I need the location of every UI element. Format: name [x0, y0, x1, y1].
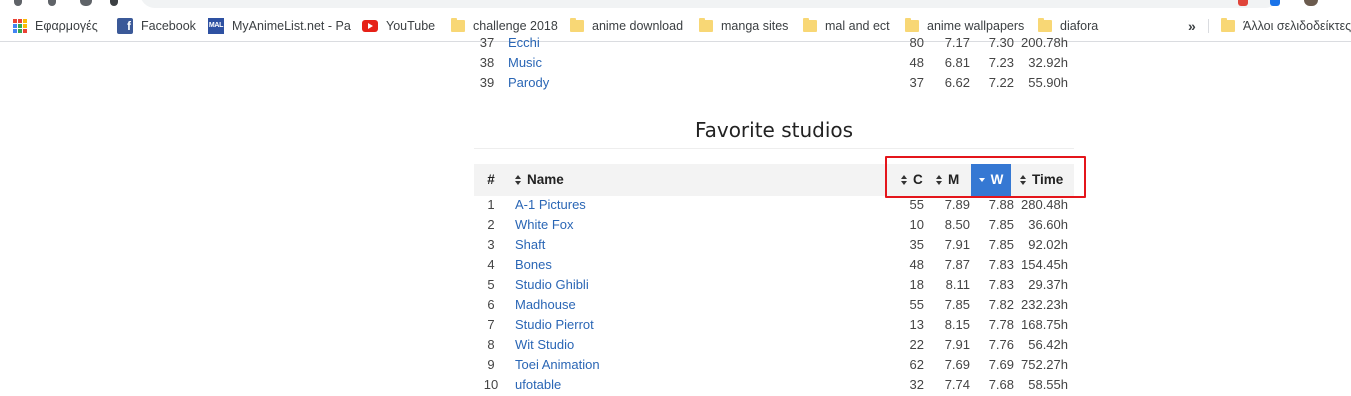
- bookmark-label: MyAnimeList.net - Pa: [232, 19, 351, 33]
- studio-link[interactable]: Madhouse: [515, 295, 576, 315]
- sort-icon: [515, 175, 522, 185]
- table-row: 37 Ecchi 80 7.17 7.30 200.78h: [474, 33, 1074, 53]
- back-button[interactable]: [14, 0, 22, 6]
- studio-link[interactable]: White Fox: [515, 215, 574, 235]
- studios-table-body: 1 A-1 Pictures 55 7.89 7.88 280.48h 2 Wh…: [474, 195, 1074, 395]
- bookmark-label: Εφαρμογές: [35, 19, 98, 33]
- bookmark-myanimelist[interactable]: MAL MyAnimeList.net - Pa: [208, 10, 351, 42]
- bookmarks-divider: [1208, 19, 1209, 33]
- bookmark-label: anime download: [592, 19, 684, 33]
- extension-icon[interactable]: [1238, 0, 1248, 6]
- studio-link[interactable]: ufotable: [515, 375, 561, 395]
- genre-link[interactable]: Parody: [508, 73, 549, 93]
- folder-icon: [803, 18, 817, 32]
- bookmark-label: manga sites: [721, 19, 789, 33]
- column-header-rank: #: [487, 172, 495, 187]
- folder-icon: [1221, 18, 1235, 32]
- table-row: 39 Parody 37 6.62 7.22 55.90h: [474, 73, 1074, 93]
- bookmark-label: anime wallpapers: [927, 19, 1025, 33]
- folder-icon: [451, 18, 465, 32]
- forward-button[interactable]: [48, 0, 56, 6]
- table-row: 3 Shaft 35 7.91 7.85 92.02h: [474, 235, 1074, 255]
- bookmark-other-folder[interactable]: Άλλοι σελιδοδείκτες: [1221, 10, 1351, 42]
- profile-avatar[interactable]: [1304, 0, 1318, 6]
- section-title: Favorite studios: [694, 118, 854, 142]
- bookmark-label: mal and ect: [825, 19, 890, 33]
- genre-link[interactable]: Music: [508, 53, 542, 73]
- bookmark-facebook[interactable]: f Facebook: [117, 10, 196, 42]
- title-divider: [474, 148, 1074, 149]
- table-row: 8 Wit Studio 22 7.91 7.76 56.42h: [474, 335, 1074, 355]
- genres-table-tail: 37 Ecchi 80 7.17 7.30 200.78h 38 Music 4…: [474, 33, 1074, 93]
- folder-icon: [570, 18, 584, 32]
- table-row: 7 Studio Pierrot 13 8.15 7.78 168.75h: [474, 315, 1074, 335]
- facebook-icon: f: [117, 18, 133, 34]
- table-row: 6 Madhouse 55 7.85 7.82 232.23h: [474, 295, 1074, 315]
- address-bar[interactable]: [140, 0, 1280, 8]
- column-header-name[interactable]: Name: [515, 164, 564, 196]
- table-row: 2 White Fox 10 8.50 7.85 36.60h: [474, 215, 1074, 235]
- bookmarks-overflow-button[interactable]: »: [1188, 10, 1196, 42]
- table-row: 10 ufotable 32 7.74 7.68 58.55h: [474, 375, 1074, 395]
- apps-grid-icon: [13, 19, 27, 33]
- table-row: 4 Bones 48 7.87 7.83 154.45h: [474, 255, 1074, 275]
- folder-icon: [905, 18, 919, 32]
- bookmark-label: Άλλοι σελιδοδείκτες: [1243, 19, 1351, 33]
- home-button[interactable]: [110, 0, 118, 6]
- bookmark-youtube[interactable]: YouTube: [362, 10, 435, 42]
- studio-link[interactable]: Wit Studio: [515, 335, 574, 355]
- studio-link[interactable]: Studio Pierrot: [515, 315, 594, 335]
- table-row: 5 Studio Ghibli 18 8.11 7.83 29.37h: [474, 275, 1074, 295]
- myanimelist-icon: MAL: [208, 18, 224, 34]
- studio-link[interactable]: Studio Ghibli: [515, 275, 589, 295]
- genre-link[interactable]: Ecchi: [508, 33, 540, 53]
- studio-link[interactable]: Toei Animation: [515, 355, 600, 375]
- studio-link[interactable]: Shaft: [515, 235, 545, 255]
- studio-link[interactable]: A-1 Pictures: [515, 195, 586, 215]
- folder-icon: [1038, 18, 1052, 32]
- bookmark-apps[interactable]: Εφαρμογές: [13, 10, 98, 42]
- table-row: 9 Toei Animation 62 7.69 7.69 752.27h: [474, 355, 1074, 375]
- extension-icon[interactable]: [1270, 0, 1280, 6]
- youtube-icon: [362, 20, 378, 32]
- highlight-box: [885, 156, 1086, 198]
- bookmark-label: diafora: [1060, 19, 1099, 33]
- studio-link[interactable]: Bones: [515, 255, 552, 275]
- bookmark-label: Facebook: [141, 19, 196, 33]
- address-bar-remnant: [0, 0, 1351, 10]
- folder-icon: [699, 18, 713, 32]
- bookmark-label: challenge 2018: [473, 19, 558, 33]
- table-row: 38 Music 48 6.81 7.23 32.92h: [474, 53, 1074, 73]
- reload-button[interactable]: [80, 0, 92, 6]
- bookmark-label: YouTube: [386, 19, 436, 33]
- table-row: 1 A-1 Pictures 55 7.89 7.88 280.48h: [474, 195, 1074, 215]
